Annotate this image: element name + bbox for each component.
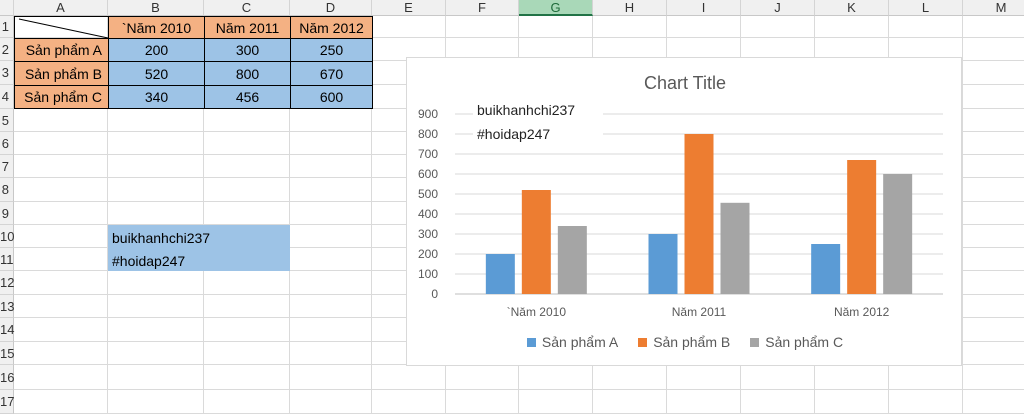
legend-swatch-c <box>750 337 760 347</box>
value-cell[interactable]: 670 <box>290 61 373 86</box>
value-cell[interactable]: 300 <box>204 38 291 62</box>
bar-c <box>883 174 913 294</box>
bar-a <box>485 254 515 294</box>
y-tick-label: 100 <box>418 267 438 281</box>
legend-label-b: Sản phẩm B <box>653 334 731 350</box>
column-header-m[interactable]: M <box>963 0 1024 16</box>
sheet-text-box[interactable]: buikhanhchi237 #hoidap247 <box>108 225 290 271</box>
row-header-3[interactable]: 3 <box>0 61 14 85</box>
x-tick-label: Năm 2012 <box>834 305 890 319</box>
bar-b <box>847 160 877 294</box>
column-header-b[interactable]: B <box>108 0 204 16</box>
chart-note-line-1: buikhanhchi237 <box>477 102 576 118</box>
row-label-a[interactable]: Sản phẩm A <box>14 38 109 62</box>
row-label-b[interactable]: Sản phẩm B <box>14 61 109 86</box>
y-tick-label: 200 <box>418 247 438 261</box>
row-header-6[interactable]: 6 <box>0 132 14 155</box>
row-header-14[interactable]: 14 <box>0 318 14 342</box>
row-header-2[interactable]: 2 <box>0 38 14 61</box>
row-header-7[interactable]: 7 <box>0 155 14 178</box>
column-header-a[interactable]: A <box>14 0 108 16</box>
bar-b <box>684 134 714 294</box>
row-header-13[interactable]: 13 <box>0 295 14 318</box>
bar-a <box>811 244 841 294</box>
column-header-h[interactable]: H <box>593 0 667 16</box>
corner-diagonal-cell[interactable] <box>14 16 109 39</box>
column-header-i[interactable]: I <box>667 0 741 16</box>
legend-label-a: Sản phẩm A <box>541 334 619 350</box>
row-header-9[interactable]: 9 <box>0 202 14 225</box>
y-tick-label: 600 <box>418 167 438 181</box>
gridline <box>14 389 1024 390</box>
row-label-c[interactable]: Sản phẩm C <box>14 85 109 109</box>
diagonal-line <box>18 18 109 39</box>
legend-label-c: Sản phẩm C <box>765 334 844 350</box>
row-header-8[interactable]: 8 <box>0 178 14 202</box>
column-header-j[interactable]: J <box>741 0 815 16</box>
row-header-12[interactable]: 12 <box>0 271 14 295</box>
legend-swatch-b <box>638 337 648 347</box>
row-header-10[interactable]: 10 <box>0 225 14 248</box>
text-box-line-1: buikhanhchi237 <box>112 230 211 246</box>
column-header-l[interactable]: L <box>889 0 963 16</box>
column-header-d[interactable]: D <box>290 0 372 16</box>
y-tick-label: 400 <box>418 207 438 221</box>
column-header-g[interactable]: G <box>519 0 593 16</box>
chart-legend[interactable]: Sản phẩm A Sản phẩm B Sản phẩm C <box>407 334 963 350</box>
column-header-k[interactable]: K <box>815 0 889 16</box>
value-cell[interactable]: 800 <box>204 61 291 86</box>
y-tick-label: 900 <box>418 107 438 121</box>
legend-swatch-a <box>526 337 536 347</box>
y-tick-label: 500 <box>418 187 438 201</box>
value-cell[interactable]: 250 <box>290 38 373 62</box>
text-box-line-2: #hoidap247 <box>112 253 186 269</box>
legend-item-c[interactable]: Sản phẩm C <box>750 334 843 350</box>
x-tick-label: `Năm 2010 <box>507 305 567 319</box>
row-header-15[interactable]: 15 <box>0 342 14 365</box>
value-cell[interactable]: 520 <box>108 61 205 86</box>
value-cell[interactable]: 340 <box>108 85 205 109</box>
row-header-17[interactable]: 17 <box>0 390 14 414</box>
column-header-c[interactable]: C <box>204 0 290 16</box>
legend-item-b[interactable]: Sản phẩm B <box>638 334 730 350</box>
row-header-1[interactable]: 1 <box>0 16 14 38</box>
y-tick-label: 300 <box>418 227 438 241</box>
header-cell-2011[interactable]: Năm 2011 <box>204 16 291 39</box>
column-header-e[interactable]: E <box>372 0 446 16</box>
row-header-5[interactable]: 5 <box>0 109 14 132</box>
bar-c <box>720 202 750 294</box>
value-cell[interactable]: 456 <box>204 85 291 109</box>
y-tick-label: 0 <box>431 287 438 301</box>
chart-note-line-2: #hoidap247 <box>477 126 551 142</box>
row-header-11[interactable]: 11 <box>0 248 14 271</box>
row-header-4[interactable]: 4 <box>0 85 14 109</box>
x-tick-label: Năm 2011 <box>672 305 727 319</box>
value-cell[interactable]: 600 <box>290 85 373 109</box>
chart-title: Chart Title <box>644 73 726 93</box>
header-cell-2012[interactable]: Năm 2012 <box>290 16 373 39</box>
bar-a <box>648 234 678 294</box>
column-chart[interactable]: Chart Title 0 100 200 300 400 500 600 700 800 900 `… <box>406 57 962 366</box>
y-tick-label: 700 <box>418 147 438 161</box>
value-cell[interactable]: 200 <box>108 38 205 62</box>
header-cell-2010[interactable]: `Năm 2010 <box>108 16 205 39</box>
bar-c <box>557 226 587 294</box>
row-header-16[interactable]: 16 <box>0 365 14 390</box>
chart-text-box[interactable]: buikhanhchi237 #hoidap247 <box>473 98 603 146</box>
legend-item-a[interactable]: Sản phẩm A <box>526 334 619 350</box>
column-header-f[interactable]: F <box>446 0 519 16</box>
bar-b <box>521 190 551 294</box>
y-tick-label: 800 <box>418 127 438 141</box>
select-all-corner[interactable] <box>0 0 14 16</box>
